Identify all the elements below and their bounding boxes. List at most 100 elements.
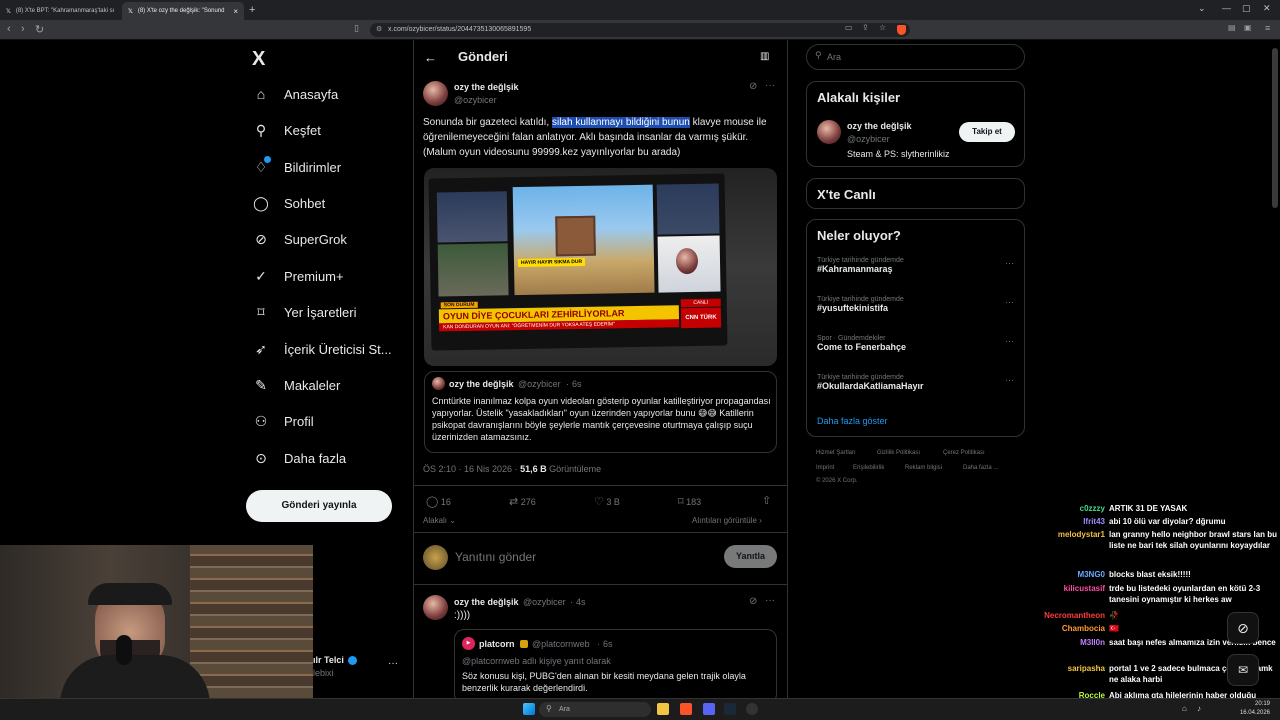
related-sort[interactable]: Alakalı ⌄ <box>423 516 456 525</box>
more-icon[interactable]: ··· <box>765 595 775 606</box>
bookmark-stat[interactable]: ⌑ 183 <box>678 495 701 508</box>
nav-creator-studio[interactable]: ➶ İçerik Üreticisi St... <box>252 341 392 358</box>
footer-link[interactable]: Çerez Politikası <box>943 450 985 456</box>
avatar[interactable] <box>817 120 841 144</box>
avatar[interactable] <box>423 595 448 620</box>
reader-icon[interactable]: ▥ <box>760 51 769 62</box>
x-logo-icon[interactable]: X <box>252 48 265 71</box>
url-field[interactable]: x.com/ozybicer/status/204473513006589159… <box>370 23 910 37</box>
live-badge: CANLI <box>680 298 721 308</box>
trend-more-icon[interactable]: ··· <box>1005 375 1014 385</box>
repost-stat[interactable]: ⇄ 276 <box>509 495 536 508</box>
nav-supergrok[interactable]: ⊘ SuperGrok <box>252 231 347 248</box>
messages-float-icon[interactable]: ✉ <box>1227 654 1259 686</box>
volume-icon[interactable]: ♪ <box>1197 704 1201 713</box>
reload-icon[interactable]: ↻ <box>35 23 44 36</box>
scrollbar-thumb[interactable] <box>1272 48 1278 208</box>
more-icon[interactable]: ··· <box>765 80 775 91</box>
cast-icon[interactable]: ▭ <box>845 23 853 32</box>
search-input[interactable]: Ara <box>806 44 1025 70</box>
taskbar-search[interactable]: Ara <box>539 702 651 717</box>
post-author[interactable]: ozy the değlşik <box>454 82 519 92</box>
nav-chat[interactable]: ◯ Sohbet <box>252 195 325 212</box>
post-image[interactable]: HAYIR HAYIR SIKMA DUR SON DURUM OYUN DİY… <box>424 168 777 366</box>
network-icon[interactable]: ⌂ <box>1182 704 1187 713</box>
bookmark-page-icon[interactable]: ▯ <box>354 23 359 34</box>
reply-button[interactable]: Yanıtla <box>724 545 777 568</box>
file-explorer-icon[interactable] <box>657 703 669 715</box>
footer-link[interactable]: Reklam bilgisi <box>905 465 942 471</box>
post-handle[interactable]: @ozybicer <box>454 95 497 105</box>
brave-icon[interactable] <box>680 703 692 715</box>
brave-shield-icon[interactable] <box>897 25 906 35</box>
nav-bookmarks[interactable]: ⌑ Yer İşaretleri <box>252 304 356 321</box>
account-name[interactable]: ılr Telci <box>313 655 344 665</box>
reply-author[interactable]: ozy the değlşik <box>454 597 519 607</box>
account-more-icon[interactable]: ··· <box>388 658 398 669</box>
follow-button[interactable]: Takip et <box>959 122 1015 142</box>
trend-more-icon[interactable]: ··· <box>1005 297 1014 307</box>
minimize-icon[interactable]: — <box>1222 3 1231 13</box>
back-icon[interactable]: ‹ <box>7 23 11 35</box>
clock-time[interactable]: 20:19 <box>1236 701 1270 707</box>
reply-time[interactable]: 4s <box>576 597 586 607</box>
share-icon[interactable]: ⇧ <box>762 494 771 507</box>
nav-home[interactable]: ⌂ Anasayfa <box>252 86 338 102</box>
clock-date[interactable]: 16.04.2026 <box>1236 710 1270 716</box>
back-arrow-icon[interactable]: ← <box>424 50 437 65</box>
forward-icon[interactable]: › <box>21 23 25 35</box>
show-more-link[interactable]: Daha fazla göster <box>817 416 888 426</box>
chat-user: Necromantheon <box>1044 611 1105 620</box>
maximize-icon[interactable]: ▢ <box>1242 3 1251 14</box>
footer-link[interactable]: Erişilebilirlik <box>853 465 884 471</box>
obs-icon[interactable] <box>746 703 758 715</box>
footer-link[interactable]: Daha fazla ... <box>963 465 998 471</box>
trend-more-icon[interactable]: ··· <box>1005 336 1014 346</box>
trend-item[interactable]: Türkiye tarihinde gündemde #Kahramanmaraş <box>817 257 1017 274</box>
discord-icon[interactable] <box>703 703 715 715</box>
reply-input[interactable]: Yanıtını gönder <box>455 550 536 564</box>
close-tab-icon[interactable]: × <box>233 7 238 16</box>
close-window-icon[interactable]: ✕ <box>1263 3 1271 14</box>
grok-icon[interactable]: ⊘ <box>749 81 757 92</box>
menu-icon[interactable]: ≡ <box>1265 23 1270 33</box>
footer-link[interactable]: Imprint <box>816 465 834 471</box>
person-handle[interactable]: @ozybicer <box>847 134 890 144</box>
quote-handle: @ozybicer <box>518 379 561 389</box>
grok-float-icon[interactable]: ⊘ <box>1227 612 1259 644</box>
view-quotes-link[interactable]: Alıntıları görüntüle › <box>692 516 762 525</box>
windows-start-icon[interactable] <box>523 703 535 715</box>
nav-premium[interactable]: ✓ Premium+ <box>252 268 343 285</box>
reply-handle[interactable]: @ozybicer <box>523 597 566 607</box>
share-icon[interactable]: ⇪ <box>862 23 869 32</box>
wallet-icon[interactable]: ▣ <box>1244 23 1252 32</box>
tab-list-icon[interactable]: ⌄ <box>1198 3 1206 14</box>
trend-item[interactable]: Türkiye tarihinde gündemde #OkullardaKatl… <box>817 374 1017 391</box>
trend-more-icon[interactable]: ··· <box>1005 258 1014 268</box>
quote-text: Cnntürkte inanılmaz kolpa oyun videoları… <box>432 396 771 442</box>
post-timestamp[interactable]: ÖS 2:10 · 16 Nis 2026 · <box>423 464 520 474</box>
person-name[interactable]: ozy the değlşik <box>847 121 912 131</box>
browser-tab-active[interactable]: 𝕏 (8) X'te ozy the değlşik: "Sonund × <box>122 2 244 20</box>
x-live-card[interactable]: X'te Canlı <box>806 178 1025 209</box>
trend-item[interactable]: Türkiye tarihinde gündemde #yusuftekinist… <box>817 296 1017 313</box>
browser-tab[interactable]: 𝕏 (8) X'te BPT: "Kahramanmaraş'taki sı <box>0 2 122 20</box>
grok-icon[interactable]: ⊘ <box>749 596 757 607</box>
trend-item[interactable]: Spor · Gündemdekiler Come to Fenerbahçe <box>817 335 1017 352</box>
new-tab-button[interactable]: + <box>249 4 255 16</box>
footer-link[interactable]: Hizmet Şartları <box>816 450 856 456</box>
post-button[interactable]: Gönderi yayınla <box>246 490 392 522</box>
steam-icon[interactable] <box>724 703 736 715</box>
nav-notifications[interactable]: ♢ Bildirimler <box>252 156 341 176</box>
sidebar-icon[interactable]: ▤ <box>1228 23 1236 32</box>
reply-stat[interactable]: ◯ 16 <box>426 495 451 508</box>
avatar[interactable] <box>423 81 448 106</box>
nav-more[interactable]: ⊙ Daha fazla <box>252 450 346 467</box>
footer-link[interactable]: Gizlilik Politikası <box>877 450 920 456</box>
star-icon[interactable]: ☆ <box>879 23 886 32</box>
nav-profile[interactable]: ⚇ Profil <box>252 413 314 430</box>
nav-explore[interactable]: ⚲ Keşfet <box>252 122 321 139</box>
nav-articles[interactable]: ✎ Makaleler <box>252 377 340 394</box>
like-stat[interactable]: ♡ 3 B <box>594 495 620 508</box>
site-info-icon[interactable]: ⚙ <box>376 25 382 33</box>
